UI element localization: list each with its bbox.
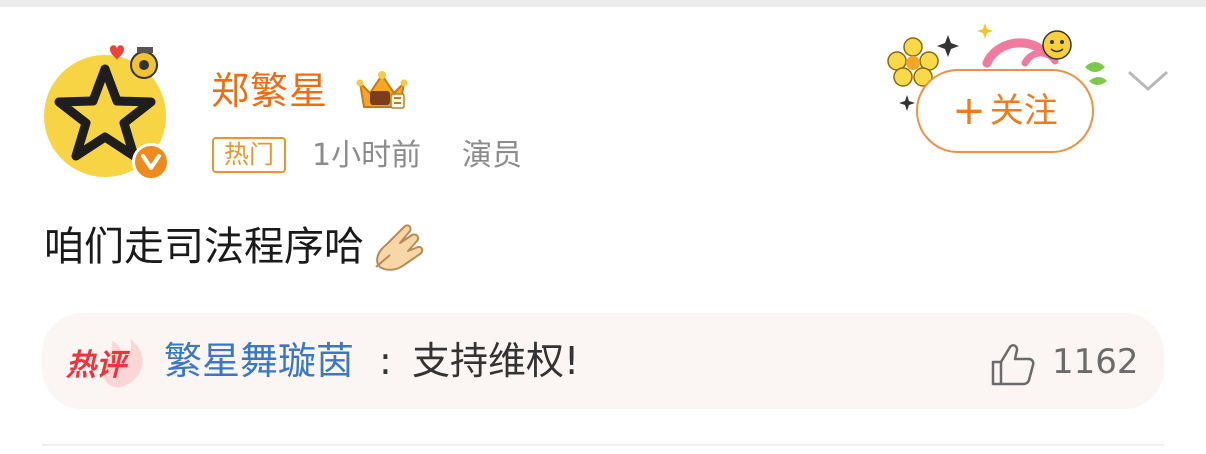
user-role: 演员 [462, 138, 522, 173]
avatar[interactable] [44, 45, 180, 191]
avatar-sticker-icon [110, 45, 158, 79]
thumbs-up-icon[interactable] [990, 343, 1036, 387]
commenter-name[interactable]: 繁星舞璇茵 [164, 337, 354, 385]
divider [42, 444, 1164, 446]
post-content: 咱们走司法程序哈 [44, 219, 428, 275]
chevron-down-icon[interactable] [1126, 67, 1170, 95]
pray-hands-emoji-icon [375, 224, 424, 271]
hot-comment-label: 热评 [66, 348, 126, 383]
post-text: 咱们走司法程序哈 [44, 224, 364, 270]
hot-comment-card[interactable]: 热评 繁星舞璇茵 : 支持维权! 1162 [42, 313, 1164, 409]
comment-separator: : [379, 339, 392, 383]
verified-v-icon [141, 154, 161, 170]
crown-badge-icon[interactable] [354, 69, 410, 115]
post-timestamp: 1小时前 [312, 138, 422, 173]
follow-label: 关注 [989, 91, 1058, 131]
top-separator [0, 0, 1206, 7]
comment-text: 支持维权! [412, 339, 580, 383]
weibo-post: 郑繁星 热门 1小时前 演员 + 关注 咱们走司法程序哈 热评 繁星舞璇茵: … [0, 7, 1206, 454]
follow-button[interactable]: + 关注 [916, 69, 1094, 153]
username[interactable]: 郑繁星 [211, 67, 328, 115]
verified-badge [132, 143, 170, 181]
hot-tag: 热门 [212, 137, 287, 173]
plus-icon: + [952, 88, 986, 134]
like-count: 1162 [1052, 342, 1139, 382]
